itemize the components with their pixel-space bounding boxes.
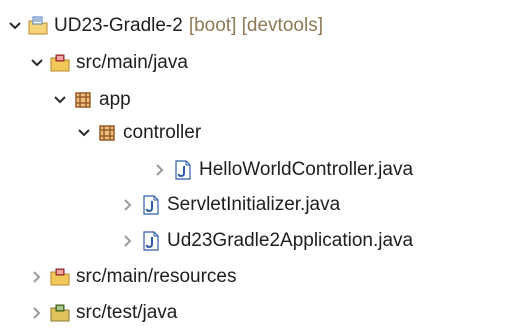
tree-item-project[interactable]: UD23-Gradle-2 [boot] [devtools] bbox=[8, 10, 323, 42]
chevron-right-icon[interactable] bbox=[30, 270, 44, 284]
tree-item-helloworldcontroller[interactable]: HelloWorldController.java bbox=[153, 154, 413, 186]
project-label: UD23-Gradle-2 bbox=[54, 15, 183, 36]
java-file-icon bbox=[141, 195, 161, 215]
tree-item-src-main-java[interactable]: src/main/java bbox=[30, 47, 188, 79]
tree-item-ud23gradle2application[interactable]: Ud23Gradle2Application.java bbox=[121, 225, 413, 257]
project-folder-icon bbox=[28, 16, 48, 36]
chevron-right-icon[interactable] bbox=[153, 163, 167, 177]
test-source-folder-icon bbox=[50, 303, 70, 323]
source-folder-icon bbox=[50, 267, 70, 287]
package-icon bbox=[73, 90, 93, 110]
source-folder-icon bbox=[50, 53, 70, 73]
java-file-icon bbox=[141, 231, 161, 251]
tree-item-servletinitializer[interactable]: ServletInitializer.java bbox=[121, 189, 340, 221]
src-main-java-label: src/main/java bbox=[76, 52, 188, 73]
file-helloworldcontroller-label: HelloWorldController.java bbox=[199, 159, 414, 180]
chevron-down-icon[interactable] bbox=[8, 19, 22, 33]
tree-item-src-test-java[interactable]: src/test/java bbox=[30, 297, 177, 329]
src-main-resources-label: src/main/resources bbox=[76, 266, 237, 287]
src-test-java-label: src/test/java bbox=[76, 302, 178, 323]
package-icon bbox=[97, 123, 117, 143]
chevron-down-icon[interactable] bbox=[77, 126, 91, 140]
file-servletinitializer-label: ServletInitializer.java bbox=[167, 194, 341, 215]
chevron-down-icon[interactable] bbox=[30, 56, 44, 70]
chevron-down-icon[interactable] bbox=[53, 93, 67, 107]
chevron-right-icon[interactable] bbox=[121, 198, 135, 212]
tree-item-src-main-resources[interactable]: src/main/resources bbox=[30, 261, 237, 293]
chevron-right-icon[interactable] bbox=[121, 234, 135, 248]
file-ud23gradle2application-label: Ud23Gradle2Application.java bbox=[167, 230, 414, 251]
package-app-label: app bbox=[99, 89, 131, 110]
tree-item-package-controller[interactable]: controller bbox=[77, 117, 201, 149]
chevron-right-icon[interactable] bbox=[30, 306, 44, 320]
java-file-icon bbox=[173, 160, 193, 180]
project-decorations: [boot] [devtools] bbox=[188, 15, 323, 36]
package-controller-label: controller bbox=[123, 122, 202, 143]
project-explorer-tree: UD23-Gradle-2 [boot] [devtools] src/main… bbox=[0, 0, 505, 336]
tree-item-package-app[interactable]: app bbox=[53, 84, 131, 116]
